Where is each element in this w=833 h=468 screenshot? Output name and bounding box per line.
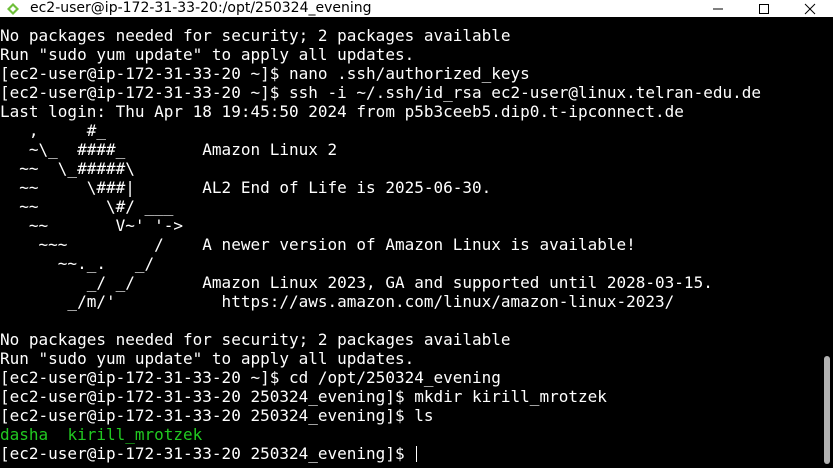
terminal-line: [ec2-user@ip-172-31-33-20 250324_evening… [0,406,434,425]
scrollbar-thumb[interactable] [824,356,830,464]
motd-art-line: ~~ V~' '-> [0,216,184,235]
minimize-button[interactable] [695,0,741,17]
window-controls [695,0,833,17]
terminal-line: [ec2-user@ip-172-31-33-20 ~]$ ssh -i ~/.… [0,83,761,102]
directory-entry: kirill_mrotzek [67,425,203,444]
motd-art-line: ~~._. _/ [0,254,155,273]
close-icon [804,3,816,14]
motd-art-line: ~~ \_#####\ [0,159,135,178]
terminal-line: Run "sudo yum update" to apply all updat… [0,45,415,64]
terminal-line: Last login: Thu Apr 18 19:45:50 2024 fro… [0,102,684,121]
terminal-line: No packages needed for security; 2 packa… [0,26,511,45]
ls-output-line: dasha kirill_mrotzek [0,425,202,444]
terminal-line: Run "sudo yum update" to apply all updat… [0,349,415,368]
motd-art-line: ~~~ / A newer version of Amazon Linux is… [0,235,636,254]
minimize-icon [713,8,723,9]
motd-art-line: ~\_ ####_ Amazon Linux 2 [0,140,338,159]
terminal-line: [ec2-user@ip-172-31-33-20 250324_evening… [0,387,607,406]
terminal-line: [ec2-user@ip-172-31-33-20 ~]$ cd /opt/25… [0,368,501,387]
prompt-line[interactable]: [ec2-user@ip-172-31-33-20 250324_evening… [0,444,418,463]
vertical-scrollbar[interactable] [819,17,833,468]
maximize-icon [759,3,769,14]
motd-art-line: , #_ [0,121,106,140]
terminal-app-icon[interactable] [4,0,22,17]
motd-art-line: ~~ \#/ ___ [0,197,174,216]
terminal-line: No packages needed for security; 2 packa… [0,330,511,349]
title-bar[interactable]: ec2-user@ip-172-31-33-20:/opt/250324_eve… [0,0,833,17]
motd-art-line: _/ _/ Amazon Linux 2023, GA and supporte… [0,273,713,292]
directory-entry: dasha [0,425,49,444]
maximize-button[interactable] [741,0,787,17]
terminal-line: [ec2-user@ip-172-31-33-20 ~]$ nano .ssh/… [0,64,530,83]
close-button[interactable] [787,0,833,17]
motd-art-line: _/m/' https://aws.amazon.com/linux/amazo… [0,292,675,311]
text-cursor [416,446,418,462]
shell-prompt: [ec2-user@ip-172-31-33-20 250324_evening… [0,444,415,463]
terminal-output[interactable]: No packages needed for security; 2 packa… [0,17,819,468]
motd-art-line: ~~ \###| AL2 End of Life is 2025-06-30. [0,178,492,197]
window-title: ec2-user@ip-172-31-33-20:/opt/250324_eve… [30,0,372,16]
terminal-window: ec2-user@ip-172-31-33-20:/opt/250324_eve… [0,0,833,468]
